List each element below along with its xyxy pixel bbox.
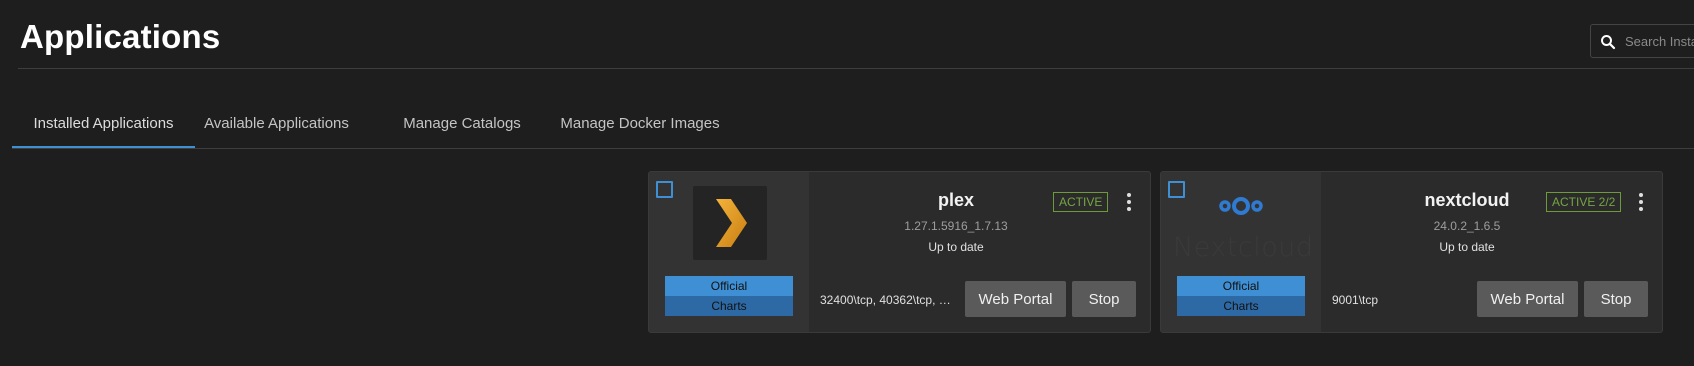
plex-chevron-icon: [716, 199, 747, 247]
train-badge-line1: Official: [1177, 276, 1305, 296]
stop-button[interactable]: Stop: [1584, 281, 1648, 317]
app-card-nextcloud: Nextcloud Official Charts nextcloud 24.0…: [1160, 171, 1663, 333]
catalog-train-badge: Official Charts: [1177, 276, 1305, 316]
tab-installed-applications[interactable]: Installed Applications: [12, 104, 195, 148]
nextcloud-logo: Nextcloud: [1173, 192, 1314, 266]
more-options-icon[interactable]: [1119, 190, 1139, 214]
applications-page: Applications Installed Applications Avai…: [0, 0, 1694, 366]
app-name: plex: [937, 190, 975, 210]
web-portal-button[interactable]: Web Portal: [1477, 281, 1578, 317]
app-ports: 32400\tcp, 40362\tcp, …: [820, 293, 951, 307]
stop-button[interactable]: Stop: [1072, 281, 1136, 317]
nextcloud-circles-icon: [1219, 197, 1263, 215]
app-card-plex: Official Charts plex 1.27.1.5916_1.7.13 …: [648, 171, 1151, 333]
train-badge-line2: Charts: [1177, 296, 1305, 316]
plex-logo: [693, 186, 767, 260]
app-update-status: Up to date: [1439, 240, 1495, 254]
more-options-icon[interactable]: [1631, 190, 1651, 214]
app-card-left-panel: Nextcloud Official Charts: [1161, 172, 1321, 332]
app-version: 1.27.1.5916_1.7.13: [904, 219, 1008, 233]
app-version: 24.0.2_1.6.5: [1433, 219, 1501, 233]
train-badge-line1: Official: [665, 276, 793, 296]
tab-manage-catalogs[interactable]: Manage Catalogs: [403, 104, 521, 148]
search-box[interactable]: [1590, 24, 1694, 58]
tab-manage-docker-images[interactable]: Manage Docker Images: [560, 104, 719, 148]
status-badge: ACTIVE 2/2: [1546, 192, 1622, 212]
tab-available-applications[interactable]: Available Applications: [203, 104, 350, 148]
status-badge: ACTIVE: [1053, 192, 1109, 212]
page-title: Applications: [20, 18, 221, 55]
train-badge-line2: Charts: [665, 296, 793, 316]
search-input[interactable]: [1625, 25, 1694, 57]
app-card-left-panel: Official Charts: [649, 172, 809, 332]
app-name: nextcloud: [1424, 190, 1510, 210]
tabs-divider: [12, 148, 1694, 149]
app-ports: 9001\tcp: [1332, 293, 1379, 307]
select-checkbox[interactable]: [656, 181, 673, 198]
app-update-status: Up to date: [928, 240, 984, 254]
search-icon: [1601, 35, 1616, 50]
nextcloud-logo-text: Nextcloud: [1173, 232, 1314, 263]
title-divider: [18, 68, 1694, 69]
catalog-train-badge: Official Charts: [665, 276, 793, 316]
web-portal-button[interactable]: Web Portal: [965, 281, 1066, 317]
